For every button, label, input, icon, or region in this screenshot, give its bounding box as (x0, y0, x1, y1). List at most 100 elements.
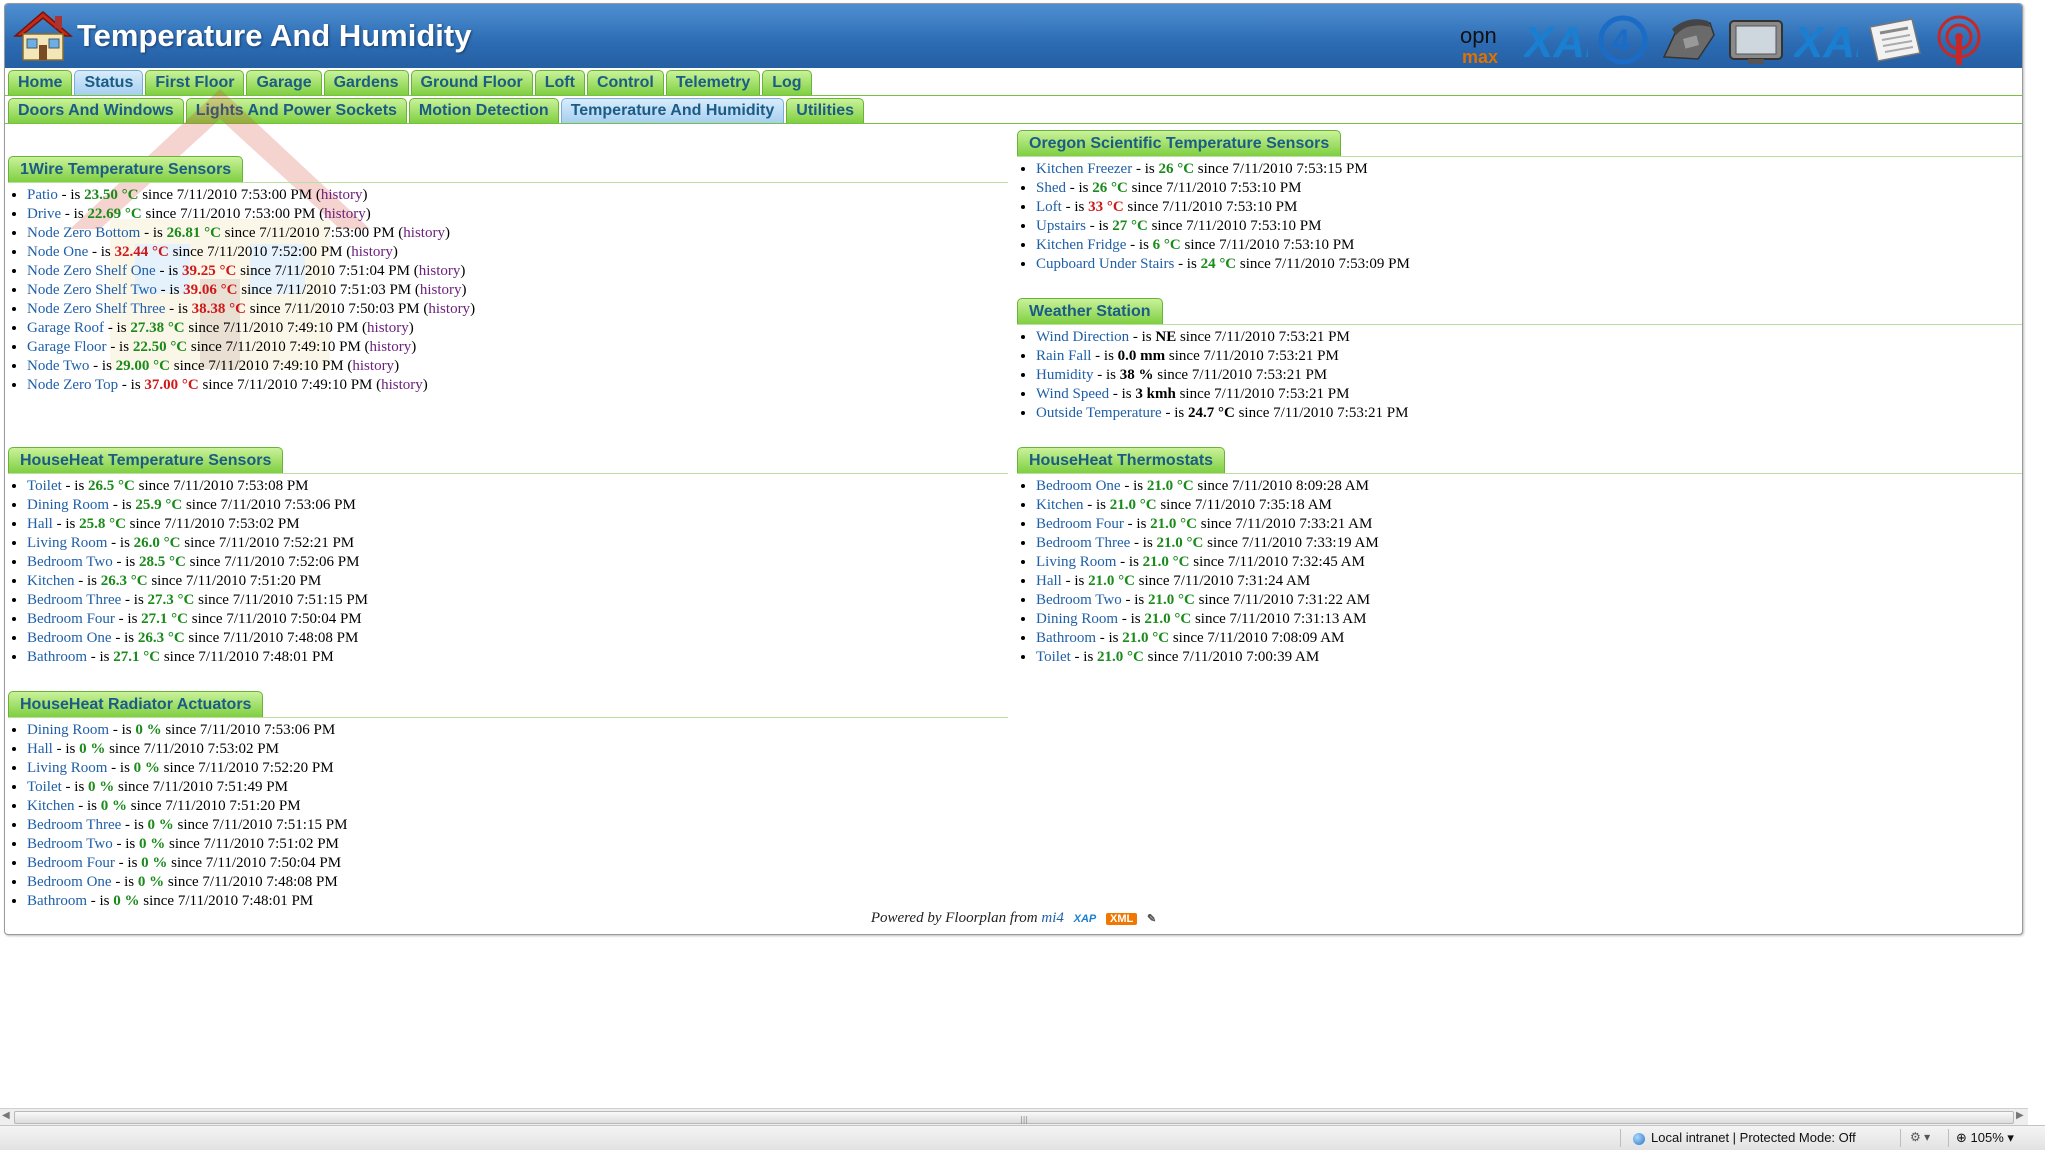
newspaper-icon[interactable] (1866, 13, 1924, 67)
sensor-name-link[interactable]: Shed (1036, 180, 1066, 196)
sensor-name-link[interactable]: Bathroom (27, 893, 87, 909)
sensor-name-link[interactable]: Bedroom Four (1036, 516, 1124, 532)
sensor-value: 21.0 °C (1144, 611, 1192, 627)
pencil-icon[interactable]: ✎ (1147, 912, 1156, 925)
sensor-name-link[interactable]: Node Zero Top (27, 377, 118, 393)
tv-icon[interactable] (1726, 13, 1786, 67)
horizontal-scrollbar[interactable]: ◀ ||| ▶ (0, 1108, 2028, 1125)
sensor-name-link[interactable]: Bedroom Two (27, 554, 113, 570)
sensor-name-link[interactable]: Node Two (27, 358, 89, 374)
tab-temperature-and-humidity[interactable]: Temperature And Humidity (560, 98, 785, 123)
sensor-name-link[interactable]: Rain Fall (1036, 348, 1091, 364)
house-icon[interactable] (13, 10, 73, 62)
tab-log[interactable]: Log (762, 70, 812, 95)
sensor-name-link[interactable]: Living Room (27, 760, 107, 776)
sensor-name-link[interactable]: Dining Room (27, 497, 109, 513)
sensor-name-link[interactable]: Hall (27, 516, 53, 532)
scroll-right-icon[interactable]: ▶ (2016, 1110, 2024, 1121)
sensor-name-link[interactable]: Patio (27, 187, 58, 203)
history-link[interactable]: history (403, 225, 445, 241)
sensor-name-link[interactable]: Living Room (27, 535, 107, 551)
zoom-control[interactable]: ⊕ 105% ▾ (1956, 1130, 2014, 1146)
sensor-name-link[interactable]: Hall (1036, 573, 1062, 589)
sensor-name-link[interactable]: Bedroom Three (27, 817, 121, 833)
history-link[interactable]: history (420, 282, 462, 298)
sensor-name-link[interactable]: Wind Direction (1036, 329, 1129, 345)
sensor-name-link[interactable]: Garage Roof (27, 320, 104, 336)
sensor-name-link[interactable]: Bathroom (1036, 630, 1096, 646)
tab-first-floor[interactable]: First Floor (145, 70, 245, 95)
tab-home[interactable]: Home (8, 70, 73, 95)
tab-telemetry[interactable]: Telemetry (665, 70, 761, 95)
tab-loft[interactable]: Loft (534, 70, 585, 95)
circle-four-icon[interactable]: 4 (1596, 13, 1650, 67)
sensor-name-link[interactable]: Node Zero Shelf Two (27, 282, 157, 298)
tab-status[interactable]: Status (74, 70, 144, 95)
tab-garage[interactable]: Garage (246, 70, 322, 95)
sensor-name-link[interactable]: Bathroom (27, 649, 87, 665)
tab-utilities[interactable]: Utilities (786, 98, 865, 123)
sensor-name-link[interactable]: Humidity (1036, 367, 1094, 383)
history-link[interactable]: history (324, 206, 366, 222)
sensor-name-link[interactable]: Bedroom One (27, 874, 112, 890)
xap-badge-icon[interactable]: XAP (1074, 913, 1097, 925)
sensor-name-link[interactable]: Outside Temperature (1036, 405, 1162, 421)
xap-logo-icon[interactable]: XAP (1524, 13, 1588, 67)
sensor-name-link[interactable]: Cupboard Under Stairs (1036, 256, 1174, 272)
sensor-name-link[interactable]: Garage Floor (27, 339, 107, 355)
sensor-name-link[interactable]: Bedroom Three (1036, 535, 1130, 551)
sensor-name-link[interactable]: Kitchen Fridge (1036, 237, 1126, 253)
antenna-icon[interactable] (1932, 13, 1986, 67)
sensor-name-link[interactable]: Kitchen Freezer (1036, 161, 1132, 177)
history-link[interactable]: history (419, 263, 461, 279)
history-link[interactable]: history (370, 339, 412, 355)
sensor-name-link[interactable]: Drive (27, 206, 61, 222)
sensor-name-link[interactable]: Kitchen (1036, 497, 1083, 513)
sensor-name-link[interactable]: Toilet (27, 779, 62, 795)
tab-ground-floor[interactable]: Ground Floor (410, 70, 533, 95)
history-link[interactable]: history (428, 301, 470, 317)
scrollbar-thumb[interactable]: ||| (14, 1111, 2014, 1124)
phone-icon[interactable] (1658, 13, 1718, 67)
history-link[interactable]: history (381, 377, 423, 393)
sensor-name-link[interactable]: Bedroom Three (27, 592, 121, 608)
sensor-name-link[interactable]: Bedroom Two (27, 836, 113, 852)
footer-mi4-link[interactable]: mi4 (1041, 910, 1064, 926)
sensor-name-link[interactable]: Node Zero Bottom (27, 225, 140, 241)
sensor-name-link[interactable]: Hall (27, 741, 53, 757)
tab-gardens[interactable]: Gardens (323, 70, 409, 95)
sensor-name-link[interactable]: Toilet (1036, 649, 1071, 665)
tab-lights-and-power-sockets[interactable]: Lights And Power Sockets (185, 98, 407, 123)
sensor-name-link[interactable]: Bedroom One (27, 630, 112, 646)
tab-motion-detection[interactable]: Motion Detection (408, 98, 559, 123)
scroll-left-icon[interactable]: ◀ (2, 1110, 10, 1121)
history-link[interactable]: history (367, 320, 409, 336)
sensor-name-link[interactable]: Kitchen (27, 798, 74, 814)
sensor-name-link[interactable]: Node Zero Shelf Three (27, 301, 165, 317)
sensor-name-link[interactable]: Bedroom Two (1036, 592, 1122, 608)
sensor-name-link[interactable]: Node One (27, 244, 88, 260)
tab-doors-and-windows[interactable]: Doors And Windows (8, 98, 184, 123)
history-link[interactable]: history (321, 187, 363, 203)
sensor-name-link[interactable]: Wind Speed (1036, 386, 1109, 402)
sensor-name-link[interactable]: Dining Room (1036, 611, 1118, 627)
tools-dropdown-icon[interactable]: ⚙ ▾ (1910, 1130, 1930, 1144)
sensor-name-link[interactable]: Dining Room (27, 722, 109, 738)
sensor-name-link[interactable]: Loft (1036, 199, 1062, 215)
sensor-name-link[interactable]: Bedroom One (1036, 478, 1121, 494)
sensor-name-link[interactable]: Living Room (1036, 554, 1116, 570)
sensor-name-link[interactable]: Kitchen (27, 573, 74, 589)
history-link[interactable]: history (351, 244, 393, 260)
security-zone[interactable]: Local intranet | Protected Mode: Off (1633, 1130, 1856, 1145)
openmax-logo-icon[interactable]: opn max (1458, 13, 1516, 67)
xap-logo-2-icon[interactable]: XAP (1794, 13, 1858, 67)
sensor-name-link[interactable]: Bedroom Four (27, 611, 115, 627)
sensor-name-link[interactable]: Bedroom Four (27, 855, 115, 871)
history-link[interactable]: history (352, 358, 394, 374)
sensor-name-link[interactable]: Toilet (27, 478, 62, 494)
sensor-name-link[interactable]: Upstairs (1036, 218, 1086, 234)
xml-badge-icon[interactable]: XML (1105, 912, 1138, 925)
sensor-name-link[interactable]: Node Zero Shelf One (27, 263, 156, 279)
sensor-list: Dining Room - is 0 % since 7/11/2010 7:5… (8, 721, 1008, 911)
tab-control[interactable]: Control (586, 70, 664, 95)
